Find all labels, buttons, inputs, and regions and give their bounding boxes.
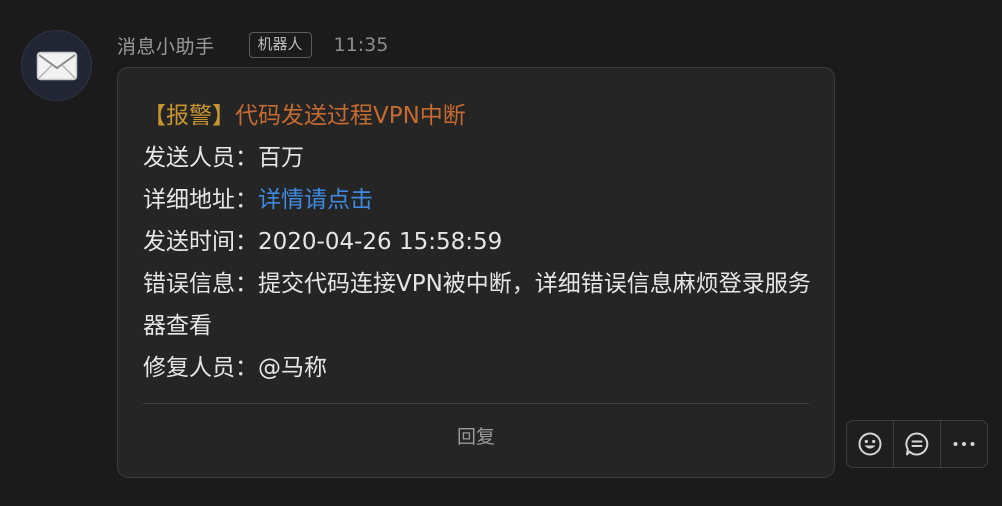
field-error-label: 错误信息： — [143, 271, 258, 297]
alert-tag: 【报警】 — [143, 103, 235, 129]
message-timestamp: 11:35 — [333, 34, 389, 56]
message-header: 消息小助手 机器人 11:35 — [117, 30, 388, 60]
envelope-icon — [36, 51, 77, 80]
field-detail: 详细地址：详情请点击 — [143, 179, 814, 221]
emoji-icon — [858, 432, 882, 456]
card-divider — [143, 403, 809, 404]
field-time-value: 2020-04-26 15:58:59 — [258, 229, 503, 255]
sender-name[interactable]: 消息小助手 — [117, 32, 215, 59]
robot-badge: 机器人 — [248, 32, 312, 58]
alert-card: 【报警】代码发送过程VPN中断 发送人员：百万 详细地址：详情请点击 发送时间：… — [117, 67, 835, 478]
field-sender: 发送人员：百万 — [143, 137, 814, 179]
more-icon — [953, 442, 975, 446]
reply-button[interactable]: 回复 — [118, 418, 834, 456]
emoji-reaction-button[interactable] — [847, 421, 893, 467]
field-sender-label: 发送人员： — [143, 145, 258, 171]
alert-title-text: 代码发送过程VPN中断 — [235, 103, 466, 129]
alert-card-body: 【报警】代码发送过程VPN中断 发送人员：百万 详细地址：详情请点击 发送时间：… — [143, 95, 814, 389]
alert-title: 【报警】代码发送过程VPN中断 — [143, 95, 814, 137]
field-time-label: 发送时间： — [143, 229, 258, 255]
field-fixer-label: 修复人员： — [143, 355, 258, 381]
field-time: 发送时间：2020-04-26 15:58:59 — [143, 221, 814, 263]
comment-button[interactable] — [893, 421, 940, 467]
field-fixer: 修复人员：@马称 — [143, 347, 814, 389]
field-error: 错误信息：提交代码连接VPN被中断，详细错误信息麻烦登录服务器查看 — [143, 263, 814, 347]
field-sender-value: 百万 — [258, 145, 304, 171]
field-fixer-mention[interactable]: @马称 — [258, 355, 327, 381]
message-action-bar — [846, 420, 988, 468]
chat-message: 消息小助手 机器人 11:35 【报警】代码发送过程VPN中断 发送人员：百万 … — [0, 0, 1002, 506]
avatar[interactable] — [21, 30, 92, 101]
detail-link[interactable]: 详情请点击 — [258, 187, 373, 213]
comment-icon — [905, 432, 929, 456]
field-detail-label: 详细地址： — [143, 187, 258, 213]
more-button[interactable] — [940, 421, 987, 467]
